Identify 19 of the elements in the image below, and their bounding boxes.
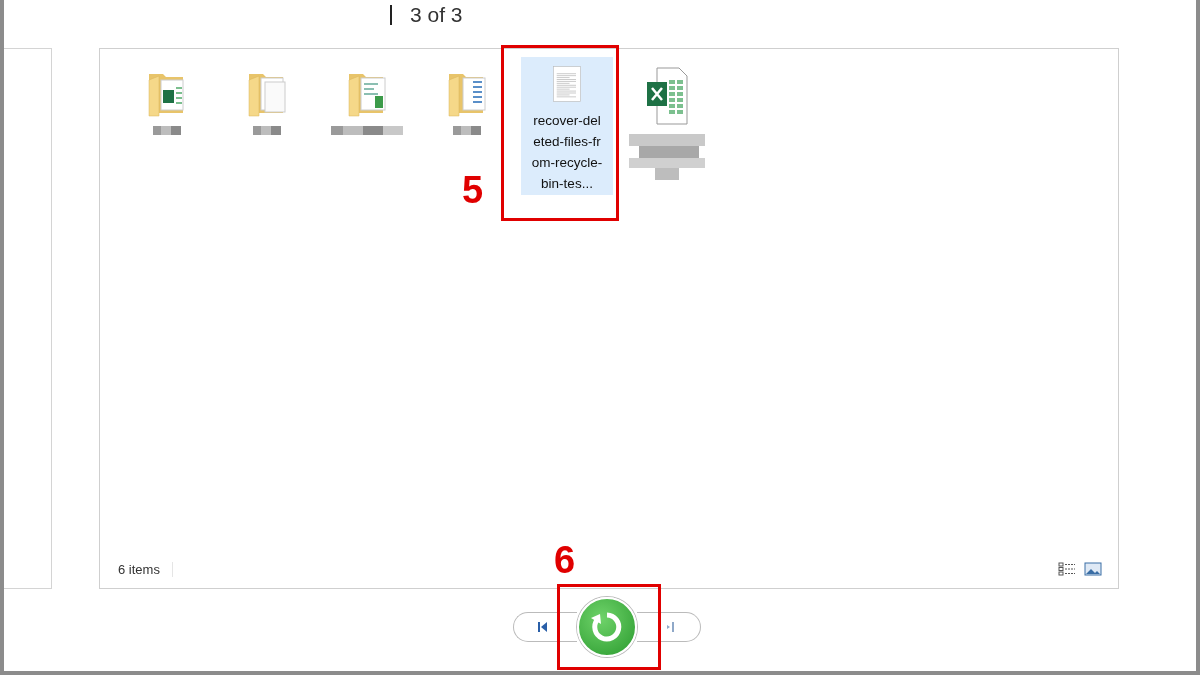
file-name: recover-deleted-files-from-recycle-bin-tes...: [530, 112, 604, 193]
details-view-icon[interactable]: [1058, 562, 1076, 576]
step-number: 5: [462, 170, 484, 210]
first-icon: [538, 621, 550, 633]
last-page-button[interactable]: [637, 612, 701, 642]
item-count: 6 items: [118, 561, 173, 577]
recover-button[interactable]: [577, 597, 637, 657]
pixelated-label: [253, 126, 281, 135]
pixelated-label: [153, 126, 181, 135]
spreadsheet-icon: [645, 66, 689, 126]
refresh-icon: [590, 610, 624, 644]
separator-bar: [390, 5, 392, 25]
step-number: 6: [554, 540, 576, 580]
pixelated-label: [453, 126, 481, 135]
file-item[interactable]: recover-deleted-files-from-recycle-bin-tes...: [521, 57, 613, 195]
first-page-button[interactable]: [513, 612, 577, 642]
thumbnail-view-icon[interactable]: [1084, 562, 1102, 576]
pixelated-label: [331, 126, 403, 135]
page-indicator: 3 of 3: [410, 3, 463, 27]
